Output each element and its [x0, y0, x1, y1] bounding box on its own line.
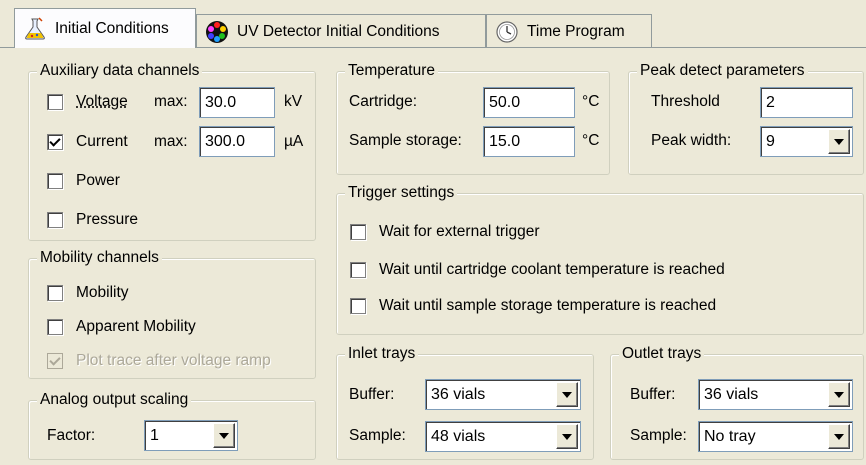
- voltage-unit: kV: [284, 93, 303, 110]
- outlet-buffer-label: Buffer:: [630, 386, 676, 403]
- pressure-label: Pressure: [76, 211, 139, 228]
- group-title: Mobility channels: [37, 248, 162, 268]
- mobility-label: Mobility: [76, 284, 129, 301]
- storage-temp-label: Wait until sample storage temperature is…: [379, 297, 717, 314]
- cartridge-label: Cartridge:: [349, 93, 418, 110]
- factor-label: Factor:: [47, 427, 96, 444]
- power-checkbox[interactable]: [47, 173, 63, 189]
- coolant-temp-label: Wait until cartridge coolant temperature…: [379, 261, 725, 278]
- tab-label: Time Program: [527, 22, 625, 40]
- apparent-mobility-checkbox[interactable]: [47, 319, 63, 335]
- group-title: Outlet trays: [619, 344, 705, 364]
- outlet-sample-value: No tray: [704, 428, 756, 445]
- tab-strip: Initial Conditions UV Detector Initial C…: [0, 0, 866, 48]
- apparent-mobility-label: Apparent Mobility: [76, 318, 196, 335]
- sample-storage-unit: °C: [582, 132, 600, 149]
- sample-storage-label: Sample storage:: [349, 132, 462, 149]
- tab-initial-conditions[interactable]: Initial Conditions: [14, 8, 196, 48]
- current-label: Current: [76, 133, 128, 150]
- plot-trace-label: Plot trace after voltage ramp: [76, 352, 271, 369]
- chevron-down-icon[interactable]: [828, 129, 850, 154]
- voltage-max-label: max:: [154, 93, 188, 110]
- inlet-buffer-label: Buffer:: [349, 386, 395, 403]
- clock-icon: [496, 20, 518, 43]
- voltage-max-input[interactable]: 30.0: [199, 87, 275, 118]
- factor-select[interactable]: 1: [144, 420, 238, 451]
- tab-label: UV Detector Initial Conditions: [237, 22, 440, 40]
- chevron-down-icon[interactable]: [828, 382, 850, 407]
- inlet-sample-label: Sample:: [349, 427, 406, 444]
- group-title: Auxiliary data channels: [37, 61, 203, 81]
- peak-width-label: Peak width:: [651, 132, 732, 149]
- outlet-buffer-select[interactable]: 36 vials: [698, 379, 853, 410]
- inlet-sample-select[interactable]: 48 vials: [425, 421, 581, 452]
- current-max-label: max:: [154, 133, 188, 150]
- tab-time-program[interactable]: Time Program: [486, 14, 652, 48]
- outlet-buffer-value: 36 vials: [704, 386, 759, 403]
- group-title: Trigger settings: [345, 183, 458, 203]
- chevron-down-icon[interactable]: [828, 424, 850, 449]
- voltage-label: Voltage: [76, 93, 128, 110]
- current-checkbox[interactable]: [47, 134, 63, 150]
- tab-uv-detector[interactable]: UV Detector Initial Conditions: [196, 14, 486, 48]
- pressure-checkbox[interactable]: [47, 212, 63, 228]
- storage-temp-checkbox[interactable]: [350, 298, 366, 314]
- group-title: Temperature: [345, 61, 439, 81]
- flask-icon: [25, 16, 45, 39]
- factor-value: 1: [150, 427, 159, 444]
- group-title: Peak detect parameters: [637, 61, 808, 81]
- chevron-down-icon[interactable]: [556, 382, 578, 407]
- inlet-sample-value: 48 vials: [431, 428, 486, 445]
- cartridge-unit: °C: [582, 93, 600, 110]
- external-trigger-label: Wait for external trigger: [379, 223, 540, 240]
- peak-width-value: 9: [766, 133, 775, 150]
- outlet-sample-label: Sample:: [630, 427, 687, 444]
- voltage-checkbox[interactable]: [47, 94, 63, 110]
- threshold-input[interactable]: 2: [760, 87, 853, 118]
- external-trigger-checkbox[interactable]: [350, 224, 366, 240]
- plot-trace-checkbox[interactable]: [47, 353, 63, 369]
- mobility-checkbox[interactable]: [47, 285, 63, 301]
- color-wheel-icon: [206, 20, 228, 43]
- coolant-temp-checkbox[interactable]: [350, 262, 366, 278]
- group-title: Analog output scaling: [37, 390, 192, 410]
- group-title: Inlet trays: [345, 344, 419, 364]
- sample-storage-temp-input[interactable]: 15.0: [483, 126, 575, 157]
- inlet-buffer-select[interactable]: 36 vials: [425, 379, 581, 410]
- inlet-buffer-value: 36 vials: [431, 386, 486, 403]
- power-label: Power: [76, 172, 120, 189]
- threshold-label: Threshold: [651, 93, 720, 110]
- current-unit: µA: [284, 133, 304, 150]
- tab-label: Initial Conditions: [55, 19, 169, 37]
- chevron-down-icon[interactable]: [556, 424, 578, 449]
- peak-width-select[interactable]: 9: [760, 126, 853, 157]
- cartridge-temp-input[interactable]: 50.0: [483, 87, 575, 118]
- outlet-sample-select[interactable]: No tray: [698, 421, 853, 452]
- chevron-down-icon[interactable]: [213, 423, 235, 448]
- current-max-input[interactable]: 300.0: [199, 126, 275, 157]
